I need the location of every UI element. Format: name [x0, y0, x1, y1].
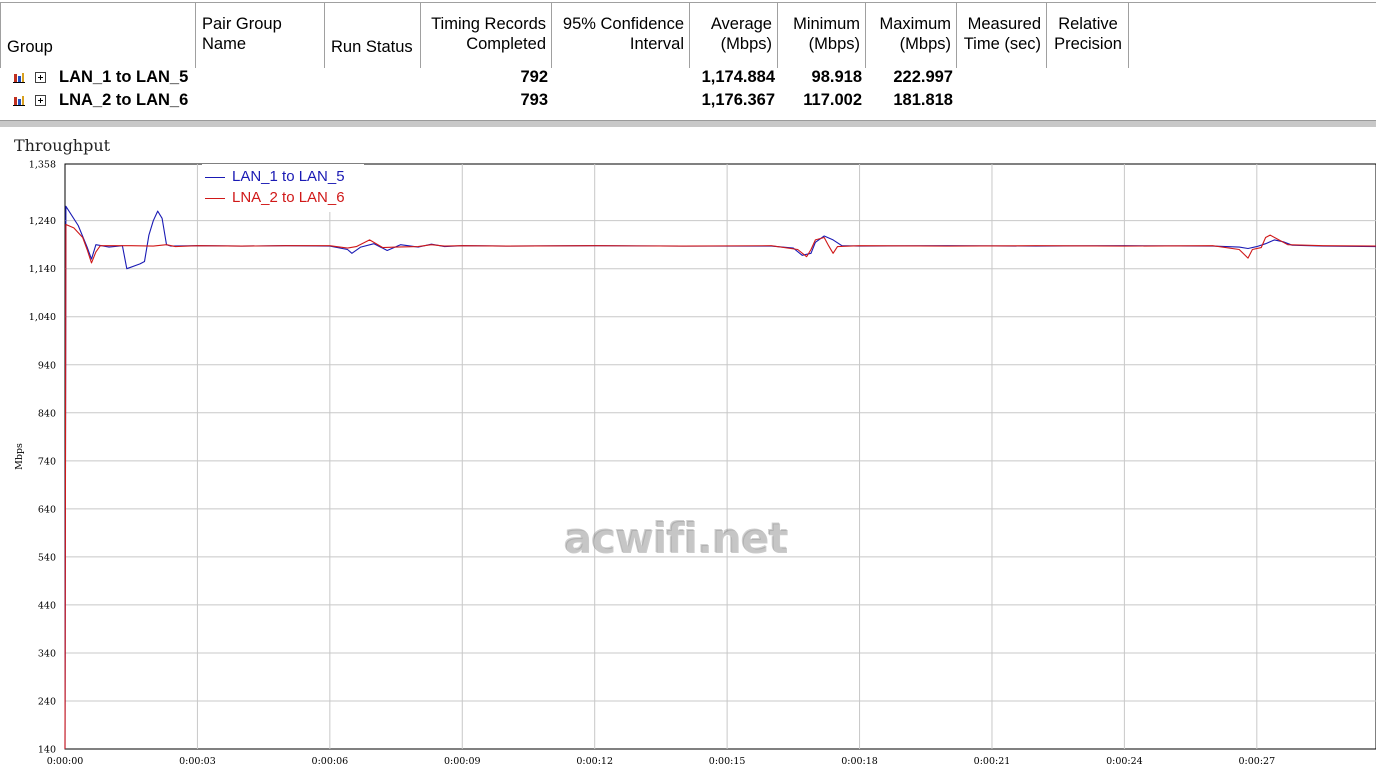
- column-header-label: Interval: [629, 35, 684, 53]
- y-tick-label: 540: [38, 552, 56, 563]
- throughput-chart: Throughput 140 240 340 440 540 640 740 840 940 1,…: [0, 127, 1376, 771]
- legend-label: LAN_1 to LAN_5: [232, 168, 345, 185]
- y-tick-label: 1,040: [29, 312, 56, 323]
- column-header-measured-time[interactable]: Measured Time (sec): [956, 2, 1047, 68]
- y-tick-label: 1,358: [29, 160, 56, 171]
- column-header-relative-precision[interactable]: Relative Precision: [1046, 2, 1129, 68]
- chart-plot: 140 240 340 440 540 640 740 840 940 1,040 1,140 1,2…: [14, 160, 1376, 767]
- column-header-average[interactable]: Average (Mbps): [689, 2, 778, 68]
- column-header-label: Pair Group: [202, 15, 282, 33]
- column-header-label: Precision: [1054, 35, 1122, 53]
- expand-plus-icon[interactable]: [35, 95, 46, 106]
- column-header-label: Minimum: [793, 15, 860, 33]
- average-cell: 1,174.884: [701, 68, 775, 86]
- y-axis-label: Mbps: [14, 443, 25, 470]
- x-tick-label: 0:00:12: [576, 756, 613, 767]
- x-tick-label: 0:00:24: [1106, 756, 1143, 767]
- table-row[interactable]: LAN_1 to LAN_5 792 1,174.884 98.918 222.997: [0, 67, 1376, 90]
- x-tick-label: 0:00:09: [444, 756, 481, 767]
- column-header-pair-group-name[interactable]: Pair Group Name: [195, 2, 325, 68]
- bar-chart-icon: [13, 73, 25, 83]
- results-table: Group Pair Group Name Run Status Timing Reco…: [0, 0, 1376, 122]
- column-header-filler: [1128, 2, 1376, 68]
- minimum-cell: 98.918: [811, 68, 862, 86]
- column-header-label: (Mbps): [808, 35, 860, 53]
- x-tick-label: 0:00:18: [841, 756, 878, 767]
- x-tick-label: 0:00:00: [47, 756, 84, 767]
- expand-plus-icon[interactable]: [35, 72, 46, 83]
- column-header-label: Name: [202, 35, 247, 53]
- watermark: acwifi.net: [564, 514, 789, 563]
- y-tick-label: 1,240: [29, 216, 56, 227]
- y-tick-label: 340: [38, 648, 56, 659]
- column-header-label: Run Status: [331, 38, 413, 56]
- maximum-cell: 222.997: [893, 68, 953, 86]
- x-tick-label: 0:00:21: [974, 756, 1011, 767]
- column-header-label: Relative: [1058, 15, 1118, 33]
- column-header-label: Measured: [967, 15, 1041, 33]
- column-header-label: Timing Records: [431, 15, 546, 33]
- column-header-label: (Mbps): [899, 35, 951, 53]
- y-tick-label: 640: [38, 504, 56, 515]
- timing-records-cell: 793: [520, 91, 548, 109]
- chart-legend: LAN_1 to LAN_5 LNA_2 to LAN_6: [202, 164, 364, 212]
- column-header-label: Maximum: [879, 15, 951, 33]
- series-line-2: [64, 223, 1376, 750]
- series-line-1: [64, 205, 1376, 750]
- y-tick-label: 240: [38, 696, 56, 707]
- x-tick-label: 0:00:27: [1239, 756, 1276, 767]
- column-header-run-status[interactable]: Run Status: [324, 2, 421, 68]
- y-tick-label: 940: [38, 360, 56, 371]
- pair-group-cell: LAN_1 to LAN_5: [59, 68, 189, 86]
- average-cell: 1,176.367: [701, 91, 775, 109]
- y-tick-label: 840: [38, 408, 56, 419]
- x-tick-label: 0:00:06: [312, 756, 349, 767]
- minimum-cell: 117.002: [803, 91, 862, 109]
- table-row[interactable]: LNA_2 to LAN_6 793 1,176.367 117.002 181.818: [0, 90, 1376, 113]
- column-header-label: Group: [7, 38, 53, 56]
- legend-label: LNA_2 to LAN_6: [232, 189, 345, 206]
- column-header-label: (Mbps): [720, 35, 772, 53]
- legend-swatch: [205, 177, 225, 178]
- pair-group-cell: LNA_2 to LAN_6: [59, 91, 189, 109]
- timing-records-cell: 792: [520, 68, 548, 86]
- column-header-confidence[interactable]: 95% Confidence Interval: [551, 2, 690, 68]
- column-header-group[interactable]: Group: [0, 2, 196, 68]
- y-tick-label: 440: [38, 600, 56, 611]
- pane-splitter[interactable]: [0, 120, 1376, 127]
- column-header-maximum[interactable]: Maximum (Mbps): [865, 2, 957, 68]
- x-tick-label: 0:00:03: [179, 756, 216, 767]
- column-header-label: Time (sec): [963, 35, 1041, 53]
- maximum-cell: 181.818: [893, 91, 953, 109]
- y-tick-label: 1,140: [29, 264, 56, 275]
- y-tick-label: 740: [38, 456, 56, 467]
- bar-chart-icon: [13, 96, 25, 106]
- column-header-label: Completed: [466, 35, 546, 53]
- column-header-label: 95% Confidence: [562, 15, 684, 33]
- plot-frame: [64, 163, 1376, 750]
- x-tick-label: 0:00:15: [709, 756, 746, 767]
- column-header-timing-records[interactable]: Timing Records Completed: [420, 2, 552, 68]
- legend-swatch: [205, 198, 225, 199]
- y-tick-label: 140: [38, 745, 56, 756]
- table-header: Group Pair Group Name Run Status Timing Reco…: [0, 0, 1376, 68]
- column-header-minimum[interactable]: Minimum (Mbps): [777, 2, 866, 68]
- column-header-label: Average: [710, 15, 772, 33]
